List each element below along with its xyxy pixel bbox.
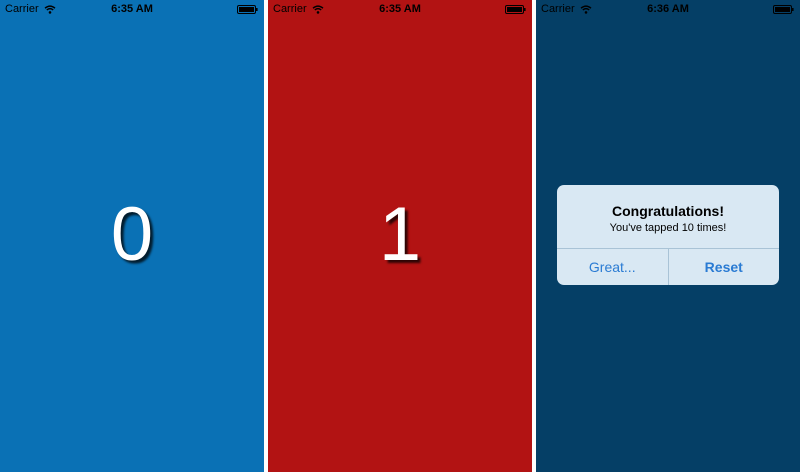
status-bar: Carrier 6:36 AM	[536, 0, 800, 20]
counter-screen-red[interactable]: Carrier 6:35 AM 1	[268, 0, 532, 472]
alert-button-row: Great... Reset	[557, 249, 779, 285]
battery-icon	[505, 5, 526, 14]
tap-count: 0	[110, 192, 154, 277]
reset-button[interactable]: Reset	[669, 249, 780, 285]
counter-screen-blue[interactable]: Carrier 6:35 AM 0	[0, 0, 264, 472]
alert-dialog: Congratulations! You've tapped 10 times!…	[557, 185, 779, 285]
tap-count: 1	[378, 192, 422, 277]
status-time: 6:35 AM	[379, 3, 421, 15]
status-bar: Carrier 6:35 AM	[268, 0, 532, 20]
status-time: 6:36 AM	[647, 3, 689, 15]
counter-screen-alert: Carrier 6:36 AM Congratulations! You've …	[536, 0, 800, 472]
alert-title: Congratulations!	[612, 203, 724, 219]
alert-body: Congratulations! You've tapped 10 times!	[557, 185, 779, 249]
battery-icon	[237, 5, 258, 14]
status-time: 6:35 AM	[111, 3, 153, 15]
status-bar: Carrier 6:35 AM	[0, 0, 264, 20]
battery-icon	[773, 5, 794, 14]
alert-message: You've tapped 10 times!	[609, 222, 727, 234]
great-button[interactable]: Great...	[557, 249, 669, 285]
